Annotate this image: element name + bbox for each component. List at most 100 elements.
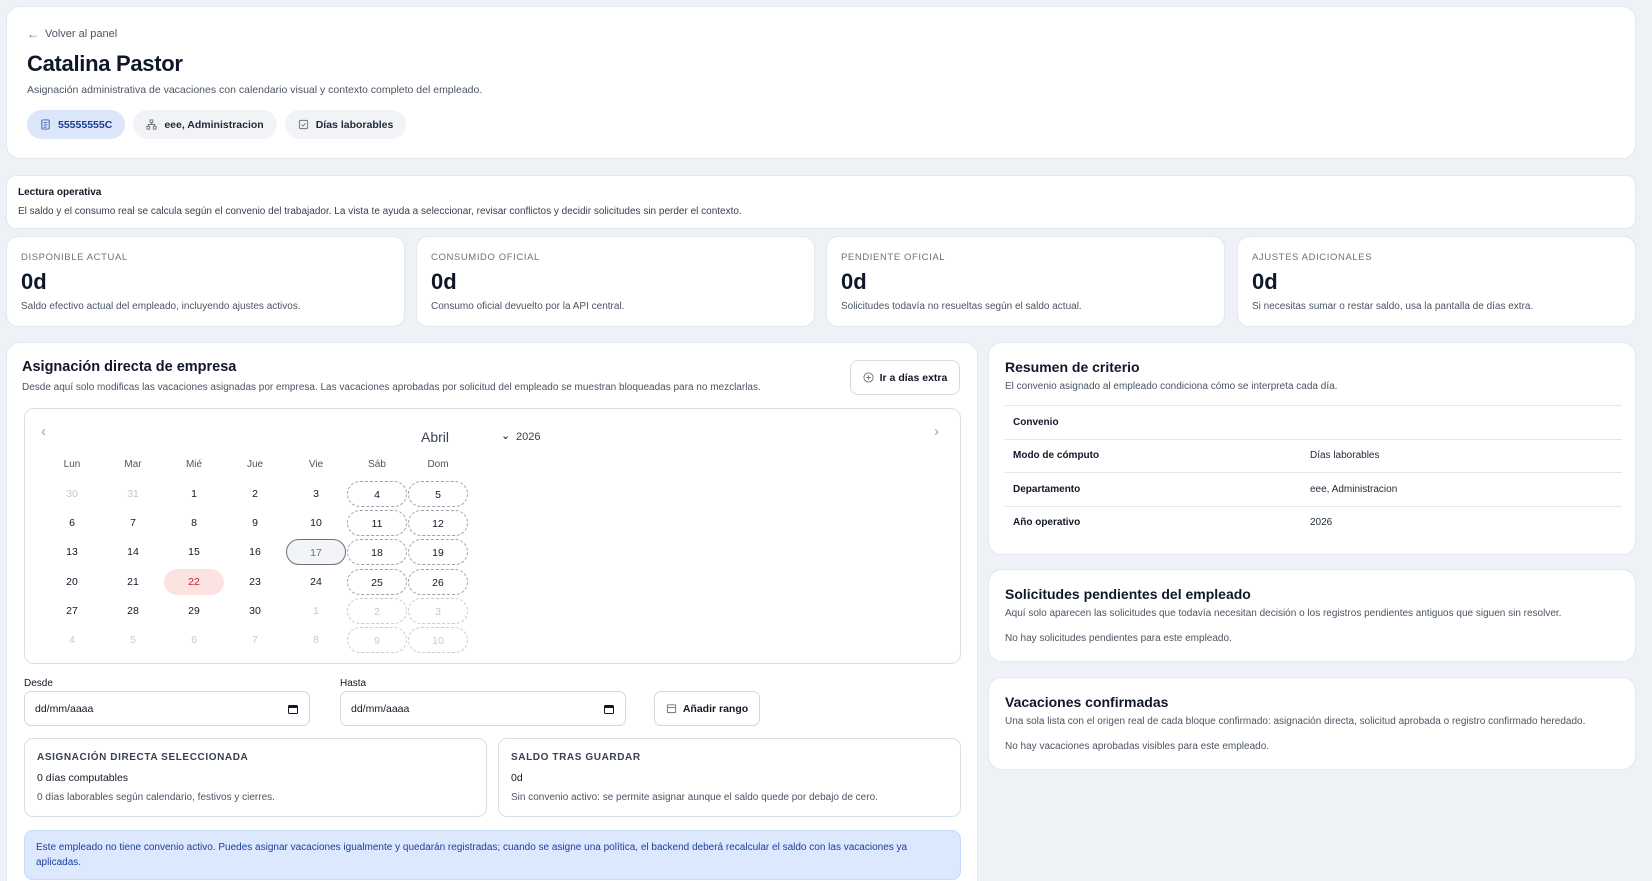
calendar-day-outside-month: 9	[347, 627, 407, 653]
calendar-day[interactable]: 26	[408, 568, 468, 595]
employee-chips: 55555555C eee, Administracion Días labor…	[27, 110, 407, 139]
calendar-day[interactable]: 16	[225, 539, 285, 565]
chip-department: eee, Administracion	[133, 110, 277, 139]
calendar-day-outside-month: 6	[191, 634, 197, 646]
row-value: eee, Administracion	[1310, 483, 1398, 495]
add-range-button[interactable]: Añadir rango	[654, 691, 760, 726]
weekday-header: Jue	[246, 459, 264, 470]
chip-label: Días laborables	[315, 118, 394, 131]
calendar-day[interactable]: 10	[286, 510, 346, 536]
to-date-value: dd/mm/aaaa	[351, 702, 410, 715]
metric-desc: Si necesitas sumar o restar saldo, usa l…	[1252, 301, 1534, 312]
calendar-day[interactable]: 3	[286, 481, 346, 507]
panel-title: Asignación directa de empresa	[22, 359, 237, 375]
chevron-down-icon[interactable]: ⌄	[501, 429, 510, 442]
calendar-day[interactable]: 20	[42, 569, 102, 595]
weekday-header: Dom	[427, 459, 449, 470]
direct-assignment-panel: Asignación directa de empresa Desde aquí…	[6, 342, 978, 881]
page-title: Catalina Pastor	[27, 51, 183, 76]
panel-title: Resumen de criterio	[1005, 359, 1140, 375]
calendar-day-outside-month: 3	[408, 597, 468, 624]
from-date-input[interactable]: dd/mm/aaaa	[24, 691, 310, 726]
row-value: Días laborables	[1310, 450, 1380, 462]
calendar-icon[interactable]	[287, 703, 299, 715]
calendar-prev-icon[interactable]: ‹	[41, 423, 46, 440]
calendar-day[interactable]: 22	[164, 568, 224, 595]
operational-reading-banner: Lectura operativa El saldo y el consumo …	[6, 175, 1636, 229]
calendar-day[interactable]: 29	[164, 598, 224, 624]
extra-days-label: Ir a días extra	[879, 371, 948, 384]
calendar-day[interactable]: 17	[286, 539, 346, 566]
calendar-day-outside-month: 1	[313, 604, 319, 617]
calendar-day[interactable]: 14	[103, 539, 163, 565]
calendar-icon[interactable]	[603, 703, 615, 715]
calendar-day-outside-month: 4	[69, 634, 75, 646]
weekday-header: Lun	[63, 459, 81, 470]
calendar-day[interactable]: 11	[347, 510, 407, 537]
panel-subtitle: Desde aquí solo modificas las vacaciones…	[22, 382, 761, 393]
calendar-day-outside-month: 7	[252, 634, 258, 646]
calendar-day[interactable]: 1	[164, 481, 224, 507]
calendar-day-outside-month: 8	[313, 634, 319, 646]
calendar-day[interactable]: 23	[225, 569, 285, 595]
calendar-day[interactable]: 12	[408, 510, 468, 537]
plus-circle-icon	[863, 372, 874, 383]
calendar-day[interactable]: 2	[225, 481, 285, 507]
calendar-day[interactable]: 4	[347, 481, 407, 507]
calendar-day[interactable]: 13	[42, 539, 102, 565]
chip-label: eee, Administracion	[164, 118, 264, 131]
table-row: Año operativo 2026	[1005, 505, 1622, 540]
panel-subtitle: Una sola lista con el origen real de cad…	[1005, 716, 1586, 727]
calendar-day[interactable]: 19	[408, 539, 468, 566]
box-value: 0 días computables	[37, 772, 129, 784]
banner-text: El saldo y el consumo real se calcula se…	[18, 206, 742, 217]
banner-title: Lectura operativa	[18, 187, 102, 198]
calendar-day[interactable]: 28	[103, 598, 163, 624]
back-to-panel-link[interactable]: ← Volver al panel	[27, 27, 117, 41]
panel-title: Vacaciones confirmadas	[1005, 694, 1169, 710]
calendar-next-icon[interactable]: ›	[934, 423, 939, 440]
calendar-day-outside-month: 30	[66, 488, 78, 500]
row-key: Año operativo	[1013, 517, 1081, 529]
extra-days-button[interactable]: Ir a días extra	[850, 360, 960, 395]
to-date-input[interactable]: dd/mm/aaaa	[340, 691, 626, 726]
box-title: Asignación directa seleccionada	[37, 752, 249, 763]
calendar-day[interactable]: 30	[225, 598, 285, 624]
row-value: 2026	[1310, 517, 1333, 529]
calendar: ‹ Abril ⌄ 2026 › Lun Mar Mié Jue Vie Sáb Dom 30…	[24, 408, 961, 664]
metric-label: Disponible actual	[21, 252, 128, 263]
calendar-day[interactable]: 9	[225, 510, 285, 536]
pending-requests-panel: Solicitudes pendientes del empleado Aquí…	[988, 569, 1636, 662]
panel-subtitle: Aquí solo aparecen las solicitudes que t…	[1005, 608, 1562, 619]
empty-state: No hay solicitudes pendientes para este …	[1005, 633, 1232, 644]
table-row: Modo de cómputo Días laborables	[1005, 438, 1622, 473]
to-label: Hasta	[340, 678, 367, 689]
calendar-day[interactable]: 18	[347, 539, 407, 566]
back-link-label: Volver al panel	[45, 28, 118, 40]
calendar-day[interactable]: 21	[103, 569, 163, 595]
calendar-day[interactable]: 6	[42, 510, 102, 536]
panel-subtitle: El convenio asignado al empleado condici…	[1005, 381, 1338, 392]
calendar-year[interactable]: 2026	[516, 431, 540, 443]
metric-consumed: Consumido oficial 0d Consumo oficial dev…	[416, 236, 815, 327]
weekday-header: Mié	[185, 459, 203, 470]
calendar-day[interactable]: 5	[408, 481, 468, 507]
metric-adjustments: Ajustes adicionales 0d Si necesitas suma…	[1237, 236, 1636, 327]
chip-compute-mode: Días laborables	[284, 110, 407, 139]
metric-label: Consumido oficial	[431, 252, 540, 263]
calendar-day[interactable]: 27	[42, 598, 102, 624]
from-date-value: dd/mm/aaaa	[35, 702, 94, 715]
calendar-day[interactable]: 7	[103, 510, 163, 536]
org-chart-icon	[146, 119, 157, 130]
box-desc: Sin convenio activo: se permite asignar …	[511, 792, 878, 803]
calendar-day[interactable]: 8	[164, 510, 224, 536]
row-key: Modo de cómputo	[1013, 450, 1100, 462]
calendar-day[interactable]: 24	[286, 569, 346, 595]
metric-value: 0d	[431, 269, 457, 294]
calendar-month[interactable]: Abril	[421, 429, 449, 445]
table-row: Departamento eee, Administracion	[1005, 472, 1622, 506]
calendar-day[interactable]: 15	[164, 539, 224, 565]
metric-desc: Consumo oficial devuelto por la API cent…	[431, 301, 625, 312]
calendar-day[interactable]: 25	[347, 568, 407, 595]
balance-after-save-box: Saldo tras guardar 0d Sin convenio activ…	[498, 738, 961, 817]
